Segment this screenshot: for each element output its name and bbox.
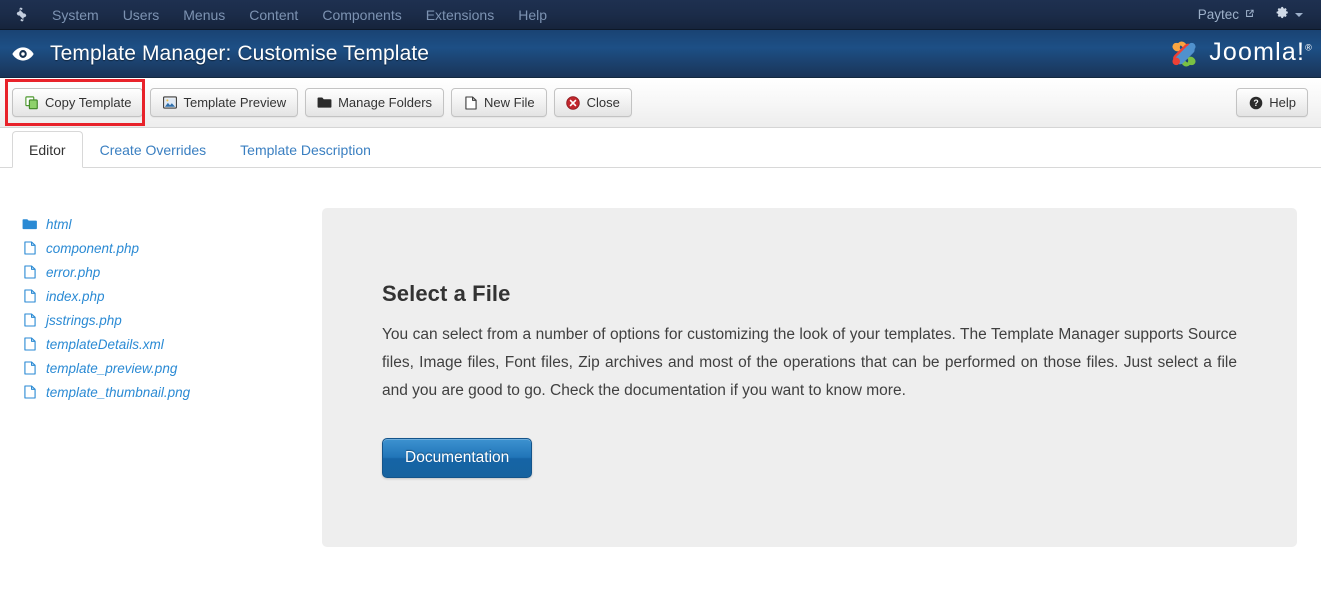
file-tree-item-label: html bbox=[46, 216, 72, 232]
panel-heading: Select a File bbox=[382, 281, 511, 306]
toolbar: Copy Template Template Preview Manage Fo… bbox=[0, 78, 1321, 128]
external-link-icon bbox=[1244, 0, 1255, 30]
copy-template-button[interactable]: Copy Template bbox=[12, 88, 144, 117]
close-circle-icon bbox=[566, 95, 581, 110]
file-icon bbox=[22, 385, 37, 400]
toolbar-buttons: Copy Template Template Preview Manage Fo… bbox=[12, 88, 632, 117]
file-tree-item-file[interactable]: error.php bbox=[22, 260, 302, 284]
settings-menu[interactable] bbox=[1263, 5, 1311, 25]
help-circle-icon: ? bbox=[1248, 95, 1263, 110]
tab-list: Editor Create Overrides Template Descrip… bbox=[12, 130, 388, 168]
image-icon bbox=[162, 95, 177, 110]
menu-item-system[interactable]: System bbox=[40, 0, 111, 30]
manage-folders-button[interactable]: Manage Folders bbox=[305, 88, 445, 117]
admin-top-bar: System Users Menus Content Components Ex… bbox=[0, 0, 1321, 30]
eye-icon bbox=[12, 46, 34, 62]
file-tree-item-folder[interactable]: html bbox=[22, 212, 302, 236]
file-icon bbox=[22, 241, 37, 256]
file-tree-item-label: index.php bbox=[46, 288, 105, 304]
tab-bar: Editor Create Overrides Template Descrip… bbox=[0, 128, 1321, 168]
file-tree-item-file[interactable]: jsstrings.php bbox=[22, 308, 302, 332]
joomla-logo: Joomla!® bbox=[1164, 36, 1313, 72]
admin-bar-right: Paytec bbox=[1190, 0, 1321, 30]
file-icon bbox=[22, 361, 37, 376]
file-icon bbox=[22, 313, 37, 328]
template-preview-button[interactable]: Template Preview bbox=[150, 88, 299, 117]
registered-mark: ® bbox=[1305, 42, 1313, 53]
file-tree-item-file[interactable]: component.php bbox=[22, 236, 302, 260]
file-tree-item-file[interactable]: template_thumbnail.png bbox=[22, 380, 302, 404]
file-icon bbox=[22, 337, 37, 352]
joomla-symbol-icon bbox=[1172, 40, 1196, 67]
file-tree-item-label: jsstrings.php bbox=[46, 312, 122, 328]
file-tree-item-file[interactable]: template_preview.png bbox=[22, 356, 302, 380]
panel-description: You can select from a number of options … bbox=[382, 326, 1237, 399]
menu-item-help[interactable]: Help bbox=[506, 0, 559, 30]
new-file-button[interactable]: New File bbox=[451, 88, 547, 117]
file-tree-item-label: component.php bbox=[46, 240, 140, 256]
file-tree-item-label: error.php bbox=[46, 264, 101, 280]
help-label: Help bbox=[1269, 95, 1296, 110]
file-tree-item-label: template_thumbnail.png bbox=[46, 384, 191, 400]
file-tree-item-file[interactable]: templateDetails.xml bbox=[22, 332, 302, 356]
page-header: Template Manager: Customise Template Joo… bbox=[0, 30, 1321, 78]
menu-item-users[interactable]: Users bbox=[111, 0, 172, 30]
select-file-panel: Select a File You can select from a numb… bbox=[322, 208, 1297, 547]
tab-editor[interactable]: Editor bbox=[12, 130, 83, 168]
help-button[interactable]: ? Help bbox=[1236, 88, 1308, 117]
user-name: Paytec bbox=[1197, 6, 1239, 22]
file-tree-item-label: template_preview.png bbox=[46, 360, 178, 376]
file-icon bbox=[22, 265, 37, 280]
joomla-wordmark: Joomla!® bbox=[1209, 38, 1313, 66]
close-button[interactable]: Close bbox=[553, 88, 632, 117]
file-tree: html component.php error.php index.php j… bbox=[22, 212, 302, 404]
file-icon bbox=[463, 95, 478, 110]
user-menu[interactable]: Paytec bbox=[1190, 0, 1263, 30]
file-tree-item-label: templateDetails.xml bbox=[46, 336, 164, 352]
file-tree-item-file[interactable]: index.php bbox=[22, 284, 302, 308]
copy-icon bbox=[24, 95, 39, 110]
chevron-down-icon bbox=[1295, 12, 1303, 17]
close-label: Close bbox=[586, 95, 620, 110]
folder-icon bbox=[22, 217, 37, 232]
menu-item-extensions[interactable]: Extensions bbox=[414, 0, 506, 30]
manage-folders-label: Manage Folders bbox=[338, 95, 433, 110]
svg-text:?: ? bbox=[1253, 98, 1258, 108]
tab-create-overrides[interactable]: Create Overrides bbox=[83, 131, 224, 168]
tab-template-description[interactable]: Template Description bbox=[223, 131, 388, 168]
menu-item-components[interactable]: Components bbox=[310, 0, 413, 30]
new-file-label: New File bbox=[484, 95, 535, 110]
copy-template-label: Copy Template bbox=[45, 95, 132, 110]
folder-icon bbox=[317, 95, 332, 110]
menu-item-content[interactable]: Content bbox=[237, 0, 310, 30]
page-title: Template Manager: Customise Template bbox=[50, 41, 430, 65]
admin-main-menu: System Users Menus Content Components Ex… bbox=[40, 0, 559, 30]
documentation-button[interactable]: Documentation bbox=[382, 438, 533, 478]
menu-item-menus[interactable]: Menus bbox=[171, 0, 237, 30]
joomla-brand-icon[interactable] bbox=[8, 6, 34, 23]
gear-icon bbox=[1275, 5, 1290, 25]
template-preview-label: Template Preview bbox=[183, 95, 287, 110]
file-icon bbox=[22, 289, 37, 304]
